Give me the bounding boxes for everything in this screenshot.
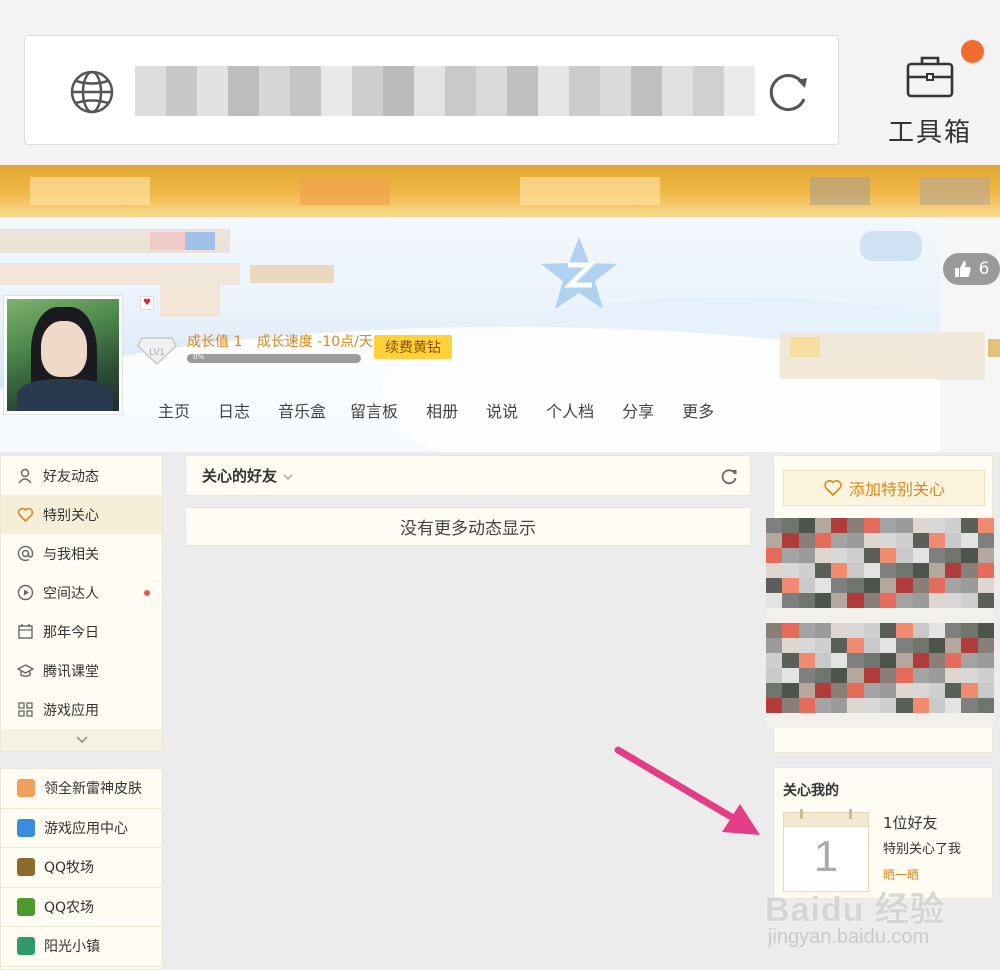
sidebar-app-4[interactable]: 阳光小镇 [1,927,162,967]
person-icon [18,468,32,484]
ranch-icon [17,858,35,877]
sidebar-item-0[interactable]: 好友动态 [1,456,162,495]
sidebar-app-1[interactable]: 游戏应用中心 [1,809,162,848]
nav-item-5[interactable]: 说说 [486,398,518,422]
nav-item-3[interactable]: 留言板 [350,398,398,422]
thumbs-up-icon [954,261,971,277]
add-special-care-label: 添加特别关心 [848,480,945,499]
blurred-url-text [135,66,755,116]
sidebar-app-label: 游戏应用中心 [44,820,128,837]
play-circle-icon [17,584,34,601]
sidebar-expand-button[interactable] [1,729,162,751]
grid-icon [18,702,33,717]
care-text: 特别关心了我 [883,842,962,857]
growth-progress-bar: 0% [187,354,361,363]
chevron-down-icon[interactable] [282,471,294,483]
like-count: 6 [978,259,990,279]
sidebar-item-5[interactable]: 腾讯课堂 [1,651,162,690]
progress-text: 0% [193,354,205,361]
sidebar-item-2[interactable]: 与我相关 [1,534,162,573]
sidebar-item-label: 与我相关 [43,546,99,563]
reload-icon[interactable] [763,66,813,116]
feed-filter-dropdown[interactable]: 关心的好友 [202,465,277,486]
avatar[interactable] [3,295,123,415]
sidebar-item-label: 游戏应用 [43,702,99,719]
sidebar-item-1[interactable]: 特别关心 [1,495,162,534]
mini-heart-icon: ♥ [140,296,154,310]
baidu-watermark: Baidu 经验 jingyan.baidu.com [765,880,1000,970]
game-center-icon [17,818,35,837]
sidebar-app-label: 领全新雷神皮肤 [44,781,142,798]
care-about-me-title: 关心我的 [783,783,839,799]
sidebar-app-0[interactable]: 领全新雷神皮肤 [1,769,162,809]
sidebar-item-3[interactable]: 空间达人 [1,573,162,612]
sidebar-apps: 领全新雷神皮肤 游戏应用中心 QQ牧场 QQ农场阳光小镇 [0,768,163,970]
calendar-number: 1 [813,832,839,881]
chevron-down-icon [75,736,88,744]
growth-info: 成长值 1 成长速度 -10点/天 [187,331,373,351]
unread-dot [144,590,150,596]
level-diamond-icon: LV1 [137,337,177,366]
nav-item-0[interactable]: 主页 [158,398,190,422]
qzone-star-logo [541,237,617,309]
sidebar-app-label: QQ农场 [44,899,95,916]
sidebar-item-label: 那年今日 [43,624,99,641]
nav-item-6[interactable]: 个人档 [546,398,594,422]
nav-item-4[interactable]: 相册 [426,398,458,422]
briefcase-icon [906,56,954,98]
calendar-icon [18,624,33,639]
add-special-care-button[interactable]: 添加特别关心 [783,470,985,506]
sidebar-item-label: 好友动态 [43,468,99,485]
sidebar-item-label: 腾讯课堂 [43,663,99,680]
like-button[interactable]: 6 [943,253,1000,285]
refresh-icon[interactable] [720,467,738,485]
sidebar-item-label: 特别关心 [43,507,99,524]
nav-item-1[interactable]: 日志 [218,398,250,422]
toolbox-label: 工具箱 [887,118,972,148]
feed-header: 关心的好友 [185,455,751,496]
level-badge-text: LV1 [149,347,164,357]
growth-value: 成长值 1 [187,334,243,350]
sidebar-menu: 好友动态特别关心与我相关空间达人那年今日腾讯课堂游戏应用 [0,455,163,752]
sidebar-item-4[interactable]: 那年今日 [1,612,162,651]
sound-icon [17,779,35,798]
sidebar-app-label: 阳光小镇 [44,939,100,956]
town-icon [17,937,35,956]
notification-dot [961,40,984,63]
graduation-cap-icon [17,664,34,677]
care-count: 1位好友 [883,814,938,832]
profile-nav: 主页 日志 音乐盒 留言板 相册 说说 个人档 分享 更多 [158,398,742,422]
globe-icon [70,70,114,114]
sidebar-item-label: 空间达人 [43,585,99,602]
blurred-gold-banner [0,165,1000,217]
sidebar-app-3[interactable]: QQ农场 [1,888,162,927]
heart-outline-icon [824,480,842,497]
avatar-image [7,299,119,411]
nav-item-7[interactable]: 分享 [622,398,654,422]
renew-yellow-diamond-button[interactable]: 续费黄钻 [374,335,452,359]
watermark-url: jingyan.baidu.com [768,926,930,948]
pink-annotation-arrow [614,746,760,835]
growth-speed: 成长速度 -10点/天 [256,334,373,350]
heart-icon [17,507,34,523]
blurred-friend-avatars [766,518,994,728]
no-more-feed-message: 没有更多动态显示 [185,507,751,546]
farm-icon [17,897,35,916]
special-care-panel: 添加特别关心 [766,455,994,753]
sidebar-app-label: QQ牧场 [44,860,95,877]
nav-item-2[interactable]: 音乐盒 [278,398,326,422]
sidebar-item-6[interactable]: 游戏应用 [1,690,162,729]
sidebar-app-2[interactable]: QQ牧场 [1,848,162,888]
nav-item-8[interactable]: 更多 [682,398,714,422]
browser-toolbar: 工具箱 [0,0,1000,165]
address-bar[interactable] [24,35,839,145]
watermark-brand: Baidu 经验 [765,891,945,929]
at-icon [17,545,34,562]
